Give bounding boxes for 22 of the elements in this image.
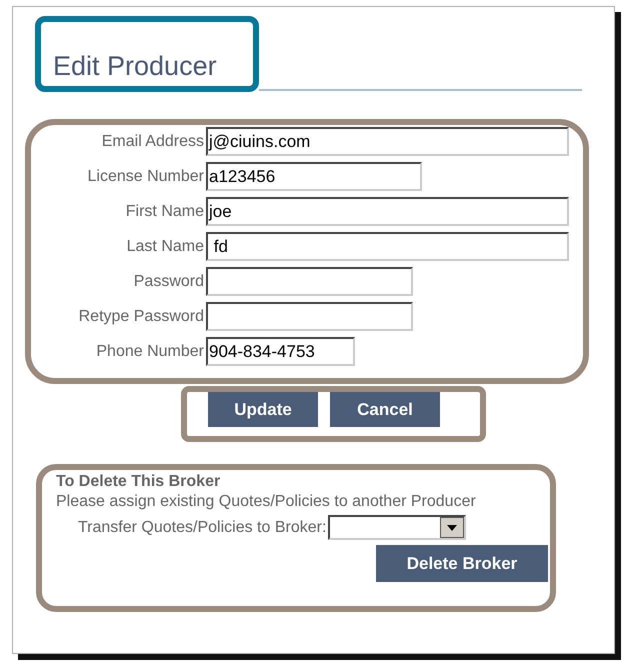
form-button[interactable]: Cancel <box>330 392 440 427</box>
field-label: Password <box>132 272 204 292</box>
input-field[interactable]: fd <box>206 232 569 261</box>
transfer-label: Transfer Quotes/Policies to Broker: <box>78 518 326 538</box>
delete-broker-button[interactable]: Delete Broker <box>376 545 548 582</box>
input-field[interactable]: joe <box>206 197 569 226</box>
section-note: Please assign existing Quotes/Policies to another Producer <box>56 492 477 512</box>
field-label: Phone Number <box>95 342 204 362</box>
dialog-title: Edit Producer <box>53 53 217 80</box>
input-field[interactable]: a123456 <box>206 162 422 191</box>
field-label: License Number <box>86 166 204 186</box>
input-field[interactable]: j@ciuins.com <box>206 127 569 156</box>
field-label: Email Address <box>100 132 204 152</box>
field-label: First Name <box>124 202 204 222</box>
input-field[interactable] <box>206 302 413 331</box>
field-label: Last Name <box>126 236 204 256</box>
section-heading: To Delete This Broker <box>56 472 222 491</box>
field-label: Retype Password <box>78 306 204 326</box>
broker-select[interactable] <box>328 515 466 540</box>
input-field[interactable]: 904-834-4753 <box>206 337 355 366</box>
form-button[interactable]: Update <box>208 392 318 427</box>
input-field[interactable] <box>206 267 413 296</box>
